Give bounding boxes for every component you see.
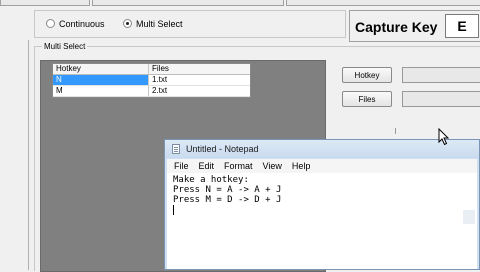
capture-key-panel: Capture Key E — [349, 10, 480, 42]
menu-edit[interactable]: Edit — [199, 159, 215, 173]
text-line: Press N = A -> A + J — [173, 185, 282, 195]
notepad-scroll-thumb[interactable] — [463, 210, 475, 224]
file-cell: 1.txt — [152, 75, 168, 84]
notepad-icon — [172, 144, 180, 154]
window-left-border — [28, 40, 29, 270]
table-row[interactable]: N 1.txt — [53, 75, 250, 86]
top-tab-2[interactable] — [92, 0, 284, 6]
menu-view[interactable]: View — [263, 159, 282, 173]
mode-group: Continuous Multi Select — [34, 10, 346, 38]
files-button[interactable]: Files — [342, 91, 392, 107]
table-header: Hotkey Files — [53, 64, 250, 75]
column-header-hotkey[interactable]: Hotkey — [53, 64, 149, 74]
menu-file[interactable]: File — [174, 159, 189, 173]
menu-format[interactable]: Format — [224, 159, 253, 173]
table-row[interactable]: M 2.txt — [53, 86, 250, 97]
continuous-radio[interactable] — [46, 19, 55, 28]
continuous-label[interactable]: Continuous — [59, 19, 105, 29]
top-tab-1[interactable] — [0, 0, 90, 6]
hotkey-input[interactable] — [402, 67, 480, 83]
menu-help[interactable]: Help — [292, 159, 311, 173]
top-tab-3[interactable] — [286, 0, 480, 6]
multi-select-label[interactable]: Multi Select — [136, 19, 183, 29]
text-line: Press M = D -> D + J — [173, 195, 282, 205]
notepad-window[interactable]: Untitled - Notepad File Edit Format View… — [164, 139, 480, 270]
hotkey-cell: M — [53, 86, 149, 96]
text-caret — [173, 205, 174, 215]
files-input[interactable] — [402, 91, 480, 107]
notepad-menu-bar: File Edit Format View Help — [167, 159, 477, 173]
multi-select-radio[interactable] — [123, 19, 132, 28]
notepad-title: Untitled - Notepad — [186, 144, 259, 154]
notepad-title-bar[interactable]: Untitled - Notepad — [165, 140, 479, 158]
mouse-pointer-icon — [438, 128, 450, 146]
hotkey-button[interactable]: Hotkey — [342, 67, 392, 83]
multi-select-group-label: Multi Select — [42, 42, 88, 52]
slider-tick — [395, 128, 396, 134]
hotkey-cell: N — [53, 75, 149, 85]
file-cell: 2.txt — [152, 86, 168, 95]
capture-key-label: Capture Key — [355, 19, 438, 35]
capture-key-field[interactable]: E — [445, 14, 479, 38]
notepad-text-area[interactable]: Make a hotkey: Press N = A -> A + J Press … — [167, 173, 477, 269]
hotkey-table: Hotkey Files N 1.txt M 2.txt — [52, 63, 251, 98]
text-caret-line — [173, 205, 477, 215]
text-line: Make a hotkey: — [173, 175, 249, 185]
column-header-files[interactable]: Files — [149, 64, 250, 74]
top-toolbar-strip — [0, 0, 480, 6]
